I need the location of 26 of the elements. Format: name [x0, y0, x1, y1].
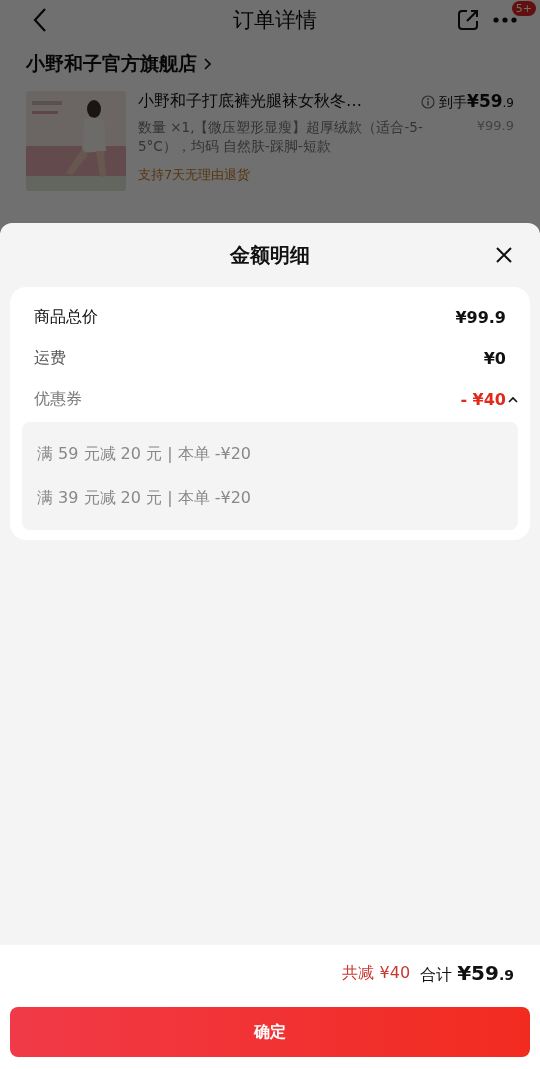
product-title[interactable]: 小野和子打底裤光腿袜女秋冬… — [138, 91, 362, 112]
share-icon[interactable] — [456, 8, 480, 32]
row-value: - ¥40 — [460, 390, 506, 409]
confirm-button[interactable]: 确定 — [10, 1007, 530, 1057]
product-spec: 数量 ×1,【微压塑形显瘦】超厚绒款（适合-5-5°C），均码 自然肤-踩脚-短款 — [138, 118, 424, 156]
row-value: ¥99.9 — [455, 308, 506, 327]
info-icon[interactable] — [421, 94, 436, 109]
more-icon[interactable] — [492, 16, 518, 24]
row-value: ¥0 — [483, 349, 506, 368]
caret-icon[interactable] — [508, 396, 518, 403]
row-label: 优惠券 — [34, 389, 82, 410]
total-price: 合计 ¥59.9 — [420, 960, 514, 986]
coupon-line: 满 39 元减 20 元 | 本单 -¥20 — [37, 487, 253, 509]
return-policy: 支持7天无理由退货 — [138, 166, 252, 184]
row-label: 运费 — [34, 348, 66, 369]
total-discount: 共减 ¥40 — [342, 962, 411, 984]
back-icon[interactable] — [32, 7, 48, 33]
final-price: 到手¥59.9 — [439, 91, 514, 112]
row-label: 商品总价 — [34, 307, 98, 328]
sheet-title: 金额明细 — [230, 241, 310, 269]
coupon-line: 满 59 元减 20 元 | 本单 -¥20 — [37, 443, 253, 465]
store-link[interactable]: 小野和子官方旗舰店 — [26, 51, 197, 77]
close-icon[interactable] — [495, 246, 513, 264]
chevron-icon[interactable] — [204, 58, 211, 70]
notification-badge: 5+ — [511, 1, 536, 16]
page-title: 订单详情 — [233, 7, 317, 34]
